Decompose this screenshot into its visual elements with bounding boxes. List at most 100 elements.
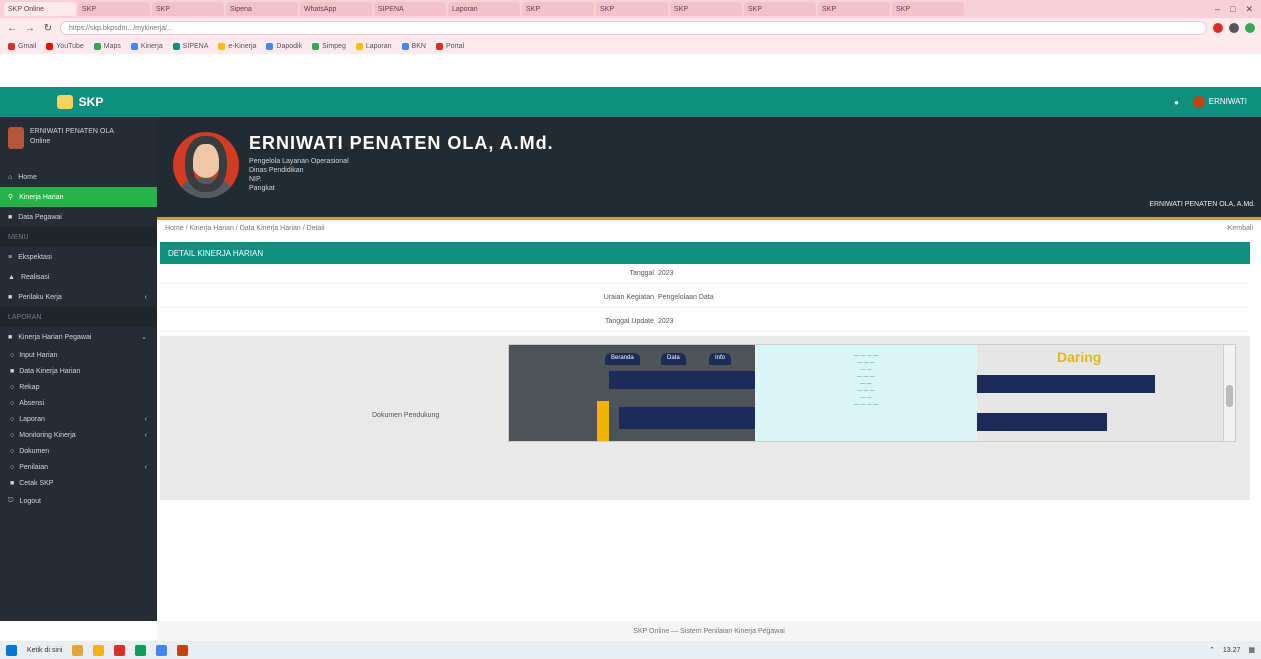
preview-bar [619,407,755,429]
browser-tab[interactable]: SKP [152,2,224,16]
search-icon: ⚲ [8,194,14,201]
list-icon: ≡ [8,253,13,261]
browser-tab[interactable]: SKP [522,2,594,16]
profile-photo [173,132,239,198]
bookmark[interactable]: Portal [435,42,464,50]
preview-panel: — — — — — — — — — — — — — — — — — — — — … [755,345,977,441]
maximize-icon[interactable]: □ [1230,4,1235,15]
app-brand[interactable]: SKP [0,95,160,109]
sidebar: ERNIWATI PENATEN OLA Online ⌂ Home ⚲ Kiner… [0,117,157,621]
browser-tab[interactable]: WhatsApp [300,2,372,16]
close-icon[interactable]: ✕ [1245,4,1253,15]
browser-tab[interactable]: Laporan [448,2,520,16]
forward-icon[interactable]: → [24,23,36,34]
browser-tab[interactable]: SKP [670,2,742,16]
detail-row: Uraian Kegiatan Pengelolaan Data [160,288,1250,308]
home-icon: ⌂ [8,173,13,181]
taskbar-app-icon[interactable] [177,644,189,656]
bookmark-icon [172,42,180,50]
profile-details: Pengelola Layanan Operasional Dinas Pend… [249,158,349,192]
sidebar-subitem[interactable]: ○ Input Harian [0,347,157,363]
preview-tab: Beranda [605,353,640,365]
sidebar-user-name: ERNIWATI PENATEN OLA [30,128,114,135]
bookmark[interactable]: Gmail [8,42,36,50]
document-preview-frame[interactable]: Beranda Data Info — — — — — — — — — — — … [508,344,1236,442]
minimize-icon[interactable]: – [1215,4,1220,15]
browser-tab[interactable]: SIPENA [374,2,446,16]
sidebar-subitem[interactable]: ○ Rekap [0,379,157,395]
sidebar-subitem[interactable]: ■ Data Kinerja Harian [0,363,157,379]
browser-tab[interactable]: SKP [744,2,816,16]
chevron-down-icon: ⌄ [141,334,147,341]
bookmark[interactable]: Maps [93,42,121,50]
app-header: SKP ● ERNIWATI [0,87,1261,117]
sidebar-group-kinerja[interactable]: ■ Kinerja Harian Pegawai ⌄ [0,327,157,347]
browser-tab[interactable]: SKP [892,2,964,16]
breadcrumb-path[interactable]: Home / Kinerja Harian / Data Kinerja Har… [165,225,325,232]
back-icon[interactable]: ← [6,23,18,34]
circle-icon: ○ [10,431,15,439]
folder-icon[interactable] [93,644,105,656]
tray-icons[interactable]: ⌃ [1209,646,1215,654]
chart-icon: ▲ [8,273,15,281]
url-input[interactable]: https://skp.bkpsdm.../mykinerja/... [60,21,1207,35]
profile-banner: ERNIWATI PENATEN OLA, A.Md. Pengelola La… [157,117,1261,217]
bookmark[interactable]: Dapodik [266,42,302,50]
sidebar-subitem[interactable]: ■ Cetak SKP [0,475,157,491]
bookmark[interactable]: e-Kinerja [218,42,256,50]
brand-label: SKP [78,95,104,109]
sidebar-subitem[interactable]: ○ Dokumen [0,443,157,459]
bookmark[interactable]: Laporan [355,42,392,50]
sidebar-item-realisasi[interactable]: ▲ Realisasi [0,267,157,287]
bookmark[interactable]: Kinerja [130,42,163,50]
browser-tab[interactable]: SKP [818,2,890,16]
bookmark[interactable]: SIPENA [172,42,208,50]
sidebar-item-perilaku[interactable]: ■ Perilaku Kerja ‹ [0,287,157,307]
sidebar-subitem[interactable]: ○ Absensi [0,395,157,411]
bookmark-icon [312,42,320,50]
bookmark[interactable]: Simpeg [312,42,346,50]
bookmark[interactable]: BKN [401,42,426,50]
browser-tab[interactable]: Sipena [226,2,298,16]
scrollbar-thumb[interactable] [1226,385,1233,407]
sidebar-item-kinerja-harian[interactable]: ⚲ Kinerja Harian [0,187,157,207]
bookmark-icon [46,42,54,50]
taskbar-search[interactable]: Ketik di sini [27,647,62,654]
preview-tab: Info [709,353,732,365]
taskbar-app-icon[interactable] [135,644,147,656]
notification-icon[interactable]: ▦ [1248,646,1255,654]
document-preview-image: Beranda Data Info — — — — — — — — — — — … [509,345,1225,441]
sidebar-subitem[interactable]: ○ Laporan ‹ [0,411,157,427]
sidebar-item-ekspektasi[interactable]: ≡ Ekspektasi [0,247,157,267]
extension-icon[interactable] [1213,23,1223,33]
browser-tab[interactable]: SKP Online [4,2,76,16]
bookmark-icon [8,42,15,50]
bell-icon[interactable]: ● [1174,98,1179,107]
browser-tab[interactable]: SKP [596,2,668,16]
back-link[interactable]: Kembali [1228,225,1253,232]
sidebar-subitem[interactable]: ○ Penilaian ‹ [0,459,157,475]
browser-tab-bar: SKP Online SKP SKP Sipena WhatsApp SIPEN… [0,0,1261,18]
sidebar-subitem[interactable]: ○ Monitoring Kinerja ‹ [0,427,157,443]
document-preview-row: Dokumen Pendukung Beranda Data Info — — … [160,336,1250,500]
taskbar-app-icon[interactable] [72,644,84,656]
chrome-icon[interactable] [114,644,126,656]
taskbar-app-icon[interactable] [156,644,168,656]
avatar [1192,96,1205,108]
clock[interactable]: 13.27 [1223,647,1241,654]
preview-scrollbar[interactable] [1223,345,1235,441]
sidebar-item-logout[interactable]: ⎋ Logout [0,491,157,511]
reload-icon[interactable]: ↻ [42,23,54,34]
browser-tab[interactable]: SKP [78,2,150,16]
sidebar-item-home[interactable]: ⌂ Home [0,167,157,187]
windows-start-icon[interactable] [6,644,17,656]
bookmark-icon [266,42,274,50]
folder-icon: ■ [8,333,13,341]
user-menu[interactable]: ERNIWATI [1192,96,1247,108]
profile-icon[interactable] [1245,23,1255,33]
download-icon[interactable] [1229,23,1239,33]
bookmark[interactable]: YouTube [46,42,84,50]
circle-icon: ○ [10,415,15,423]
sidebar-item-data-pegawai[interactable]: ■ Data Pegawai [0,207,157,227]
logo-icon [56,95,73,109]
